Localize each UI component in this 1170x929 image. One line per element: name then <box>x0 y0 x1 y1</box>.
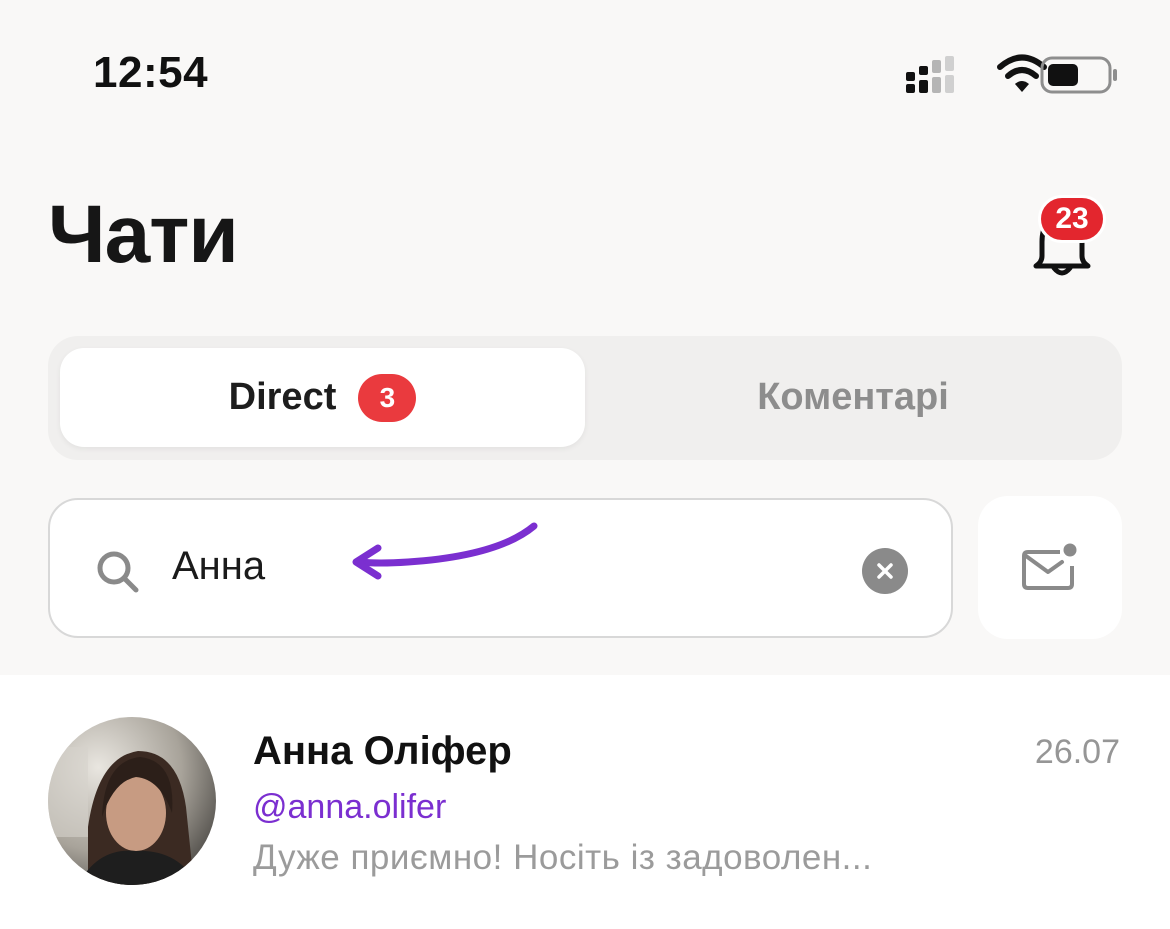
chat-preview: Дуже приємно! Носіть із задоволен... <box>253 838 873 877</box>
search-icon <box>97 551 139 593</box>
annotation-arrow-icon <box>352 522 538 580</box>
clear-search-button[interactable] <box>862 548 908 594</box>
new-message-button[interactable] <box>978 496 1122 639</box>
chat-list: Анна Оліфер @anna.olifer Дуже приємно! Н… <box>0 675 1170 929</box>
tab-direct-label: Direct <box>228 376 337 418</box>
new-message-icon <box>1022 543 1077 590</box>
battery-icon <box>1040 56 1117 94</box>
tab-comments[interactable]: Коментарі <box>596 348 1110 447</box>
signal-icon <box>906 56 954 93</box>
chat-date: 26.07 <box>1034 733 1120 771</box>
status-bar: 12:54 <box>0 0 1170 150</box>
page-title: Чати <box>48 189 239 280</box>
status-time: 12:54 <box>93 48 209 97</box>
clear-icon <box>877 563 893 579</box>
tab-comments-label: Коментарі <box>757 376 949 418</box>
avatar <box>48 717 216 885</box>
chat-name: Анна Оліфер <box>253 729 512 773</box>
status-icons <box>900 50 1120 100</box>
chat-handle: @anna.olifer <box>253 788 447 826</box>
tab-direct-badge: 3 <box>358 373 417 422</box>
tab-direct[interactable]: Direct 3 <box>60 348 585 447</box>
search-input-value: Анна <box>172 544 266 588</box>
notifications-badge: 23 <box>1038 195 1106 243</box>
chat-type-tabs: Direct 3 Коментарі <box>48 336 1122 460</box>
wifi-icon <box>997 54 1047 92</box>
